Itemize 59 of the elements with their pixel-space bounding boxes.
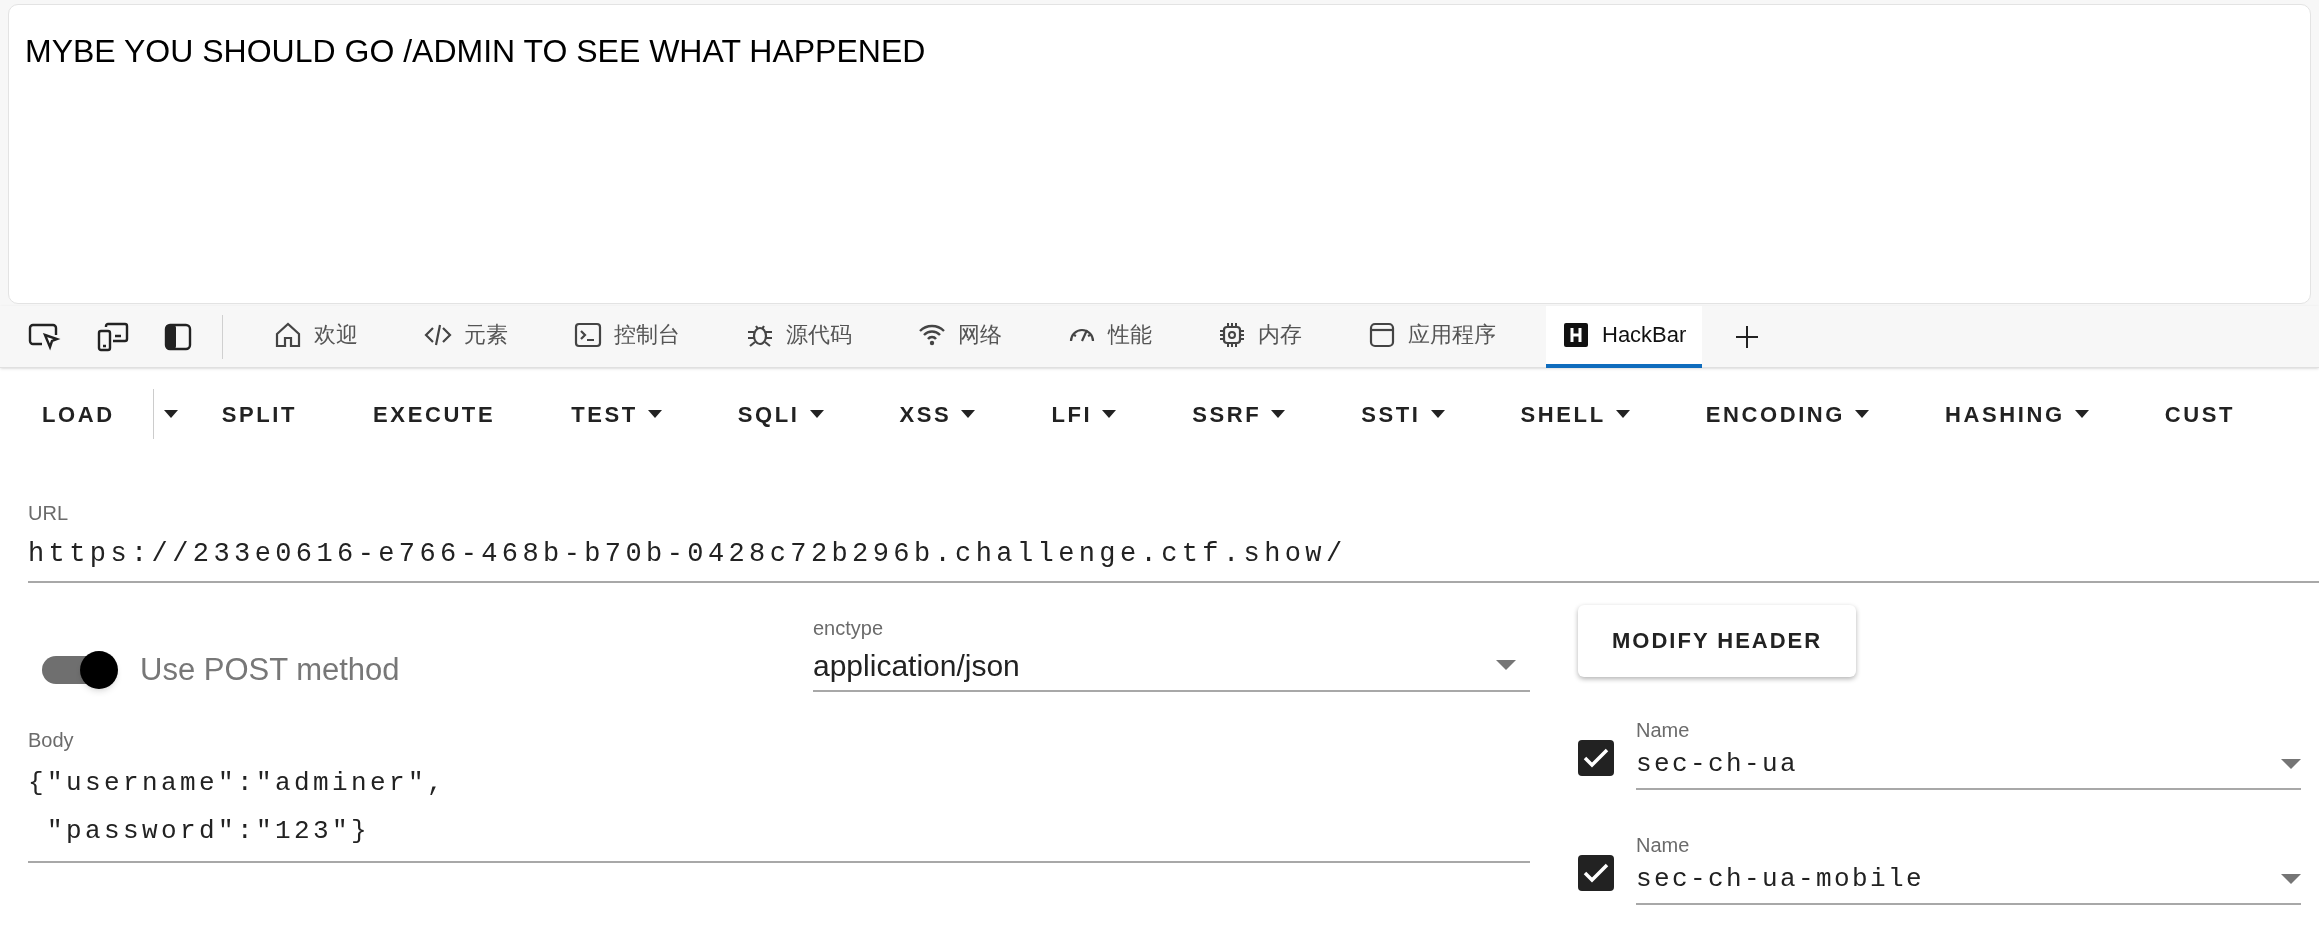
menu-button[interactable]: SQLI	[699, 384, 862, 444]
caret-icon	[809, 410, 824, 418]
toolbar-button[interactable]: SPLIT	[183, 384, 336, 444]
field-label: Body	[28, 728, 74, 753]
device-icon[interactable]	[96, 320, 130, 353]
chip-icon	[1218, 320, 1246, 349]
caret-icon	[1430, 410, 1445, 418]
devtools-tab[interactable]: 性能	[1052, 305, 1168, 368]
caret-icon	[1855, 410, 1870, 418]
dropdown-icon	[2281, 874, 2301, 884]
inspect-icon[interactable]	[28, 321, 62, 352]
checkbox[interactable]	[1578, 739, 1614, 776]
letter-h-icon	[1562, 320, 1590, 349]
menu-button[interactable]: TEST	[533, 384, 700, 444]
menu-button[interactable]: ENCODING	[1667, 384, 1908, 444]
devtools-tab[interactable]: 网络	[902, 305, 1018, 368]
header-name-select[interactable]: sec-ch-ua	[1636, 744, 2301, 790]
toolbar-button[interactable]: CUST	[2126, 384, 2274, 444]
menu-button[interactable]: XSS	[861, 384, 1014, 444]
checkbox[interactable]	[1578, 854, 1614, 891]
caret-icon	[1271, 410, 1286, 418]
field-label: enctype	[813, 615, 884, 641]
caret-icon	[647, 410, 662, 418]
menu-button[interactable]: SHELL	[1482, 384, 1668, 444]
menu-button[interactable]: SSRF	[1154, 384, 1324, 444]
header-name-select[interactable]: sec-ch-ua-mobile	[1636, 859, 2301, 905]
menu-button[interactable]: LFI	[1013, 384, 1155, 444]
dropdown-icon	[2281, 759, 2301, 769]
toolbar-button[interactable]: EXECUTE	[335, 384, 534, 444]
home-icon	[274, 320, 302, 349]
devtools-tab[interactable]: 应用程序	[1352, 305, 1512, 368]
enctype-select[interactable]: application/json	[813, 642, 1530, 692]
field-label: Name	[1636, 832, 1690, 858]
devtools-tab[interactable]: 源代码	[730, 305, 868, 368]
caret-icon	[1615, 410, 1630, 418]
field-label: Name	[1636, 717, 1690, 743]
menu-button[interactable]: SSTI	[1323, 384, 1483, 444]
field-label: URL	[28, 501, 68, 526]
caret-icon	[1102, 410, 1117, 418]
caret-icon	[163, 410, 178, 418]
devtools-tab[interactable]: HackBar	[1546, 305, 1703, 368]
devtools-tab[interactable]: 欢迎	[258, 305, 374, 368]
panel-icon[interactable]	[164, 322, 192, 351]
window-icon	[1368, 320, 1396, 349]
dropdown-icon	[1496, 660, 1516, 670]
modify-header-button[interactable]: MODIFY HEADER	[1578, 604, 1857, 677]
page-message: MYBE YOU SHOULD GO /ADMIN TO SEE WHAT HAPPENED	[25, 32, 926, 71]
menu-button[interactable]: HASHING	[1907, 384, 2127, 444]
load-button[interactable]: LOAD	[28, 384, 153, 444]
devtools-tab[interactable]: 控制台	[558, 305, 696, 368]
body-field[interactable]: {"username":"adminer", "password":"123"}	[28, 755, 1530, 863]
url-field[interactable]: https://233e0616-e766-468b-b70b-0428c72b296b.challenge.ctf.show/	[28, 528, 2319, 583]
caret-icon	[2074, 410, 2089, 418]
devtools-tab[interactable]: 内存	[1202, 305, 1318, 368]
caret-icon	[961, 410, 976, 418]
devtools-tab[interactable]: 元素	[408, 305, 524, 368]
toggle-label: Use POST method	[140, 650, 400, 689]
add-tab-icon[interactable]	[1735, 324, 1760, 349]
terminal-icon	[574, 320, 602, 349]
